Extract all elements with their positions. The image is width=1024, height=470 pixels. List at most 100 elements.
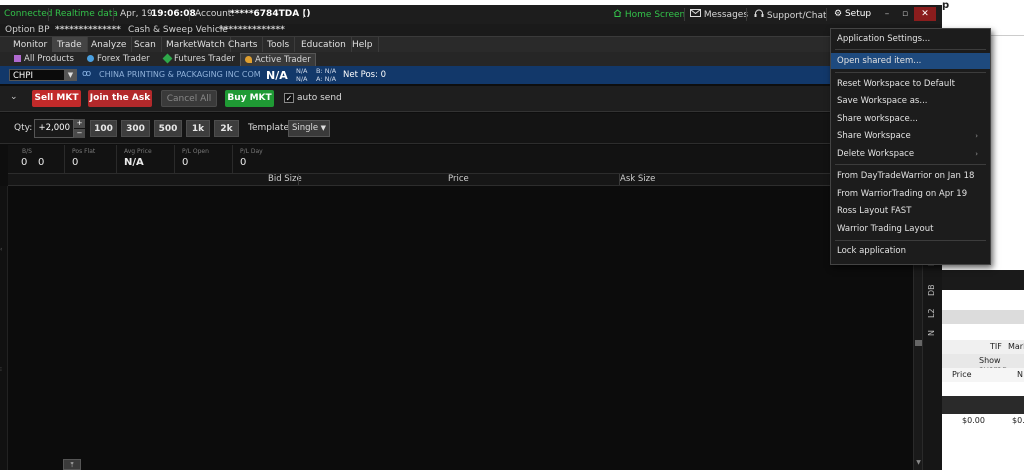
- scrollbar-thumb[interactable]: [915, 340, 922, 346]
- menu-item-lock-application[interactable]: Lock application: [831, 243, 990, 259]
- setup-label: Setup: [844, 9, 872, 19]
- tab-analyze[interactable]: Analyze: [86, 37, 133, 53]
- price-header[interactable]: Price: [448, 174, 469, 184]
- menu-item-warrior-trading-layout[interactable]: Warrior Trading Layout: [831, 221, 990, 237]
- tab-monitor[interactable]: Monitor: [8, 37, 54, 53]
- qty-preset-500[interactable]: 500: [154, 120, 182, 137]
- tab-l2[interactable]: L2: [927, 306, 939, 320]
- tab-db[interactable]: DB: [927, 282, 939, 298]
- tab-marketwatch[interactable]: MarketWatch: [161, 37, 231, 53]
- qty-preset-300[interactable]: 300: [121, 120, 150, 137]
- buy-mkt-button[interactable]: Buy MKT: [225, 90, 274, 107]
- messages-label: Messages: [703, 10, 749, 20]
- qty-decrement-button[interactable]: −: [74, 129, 85, 138]
- menu-item-share-workspace[interactable]: Share Workspace ›: [831, 128, 990, 144]
- change-percent: N/A: [296, 75, 308, 83]
- auto-send-label: auto send: [297, 93, 342, 103]
- show-average-row[interactable]: Show averag: [942, 354, 1024, 374]
- qty-preset-100[interactable]: 100: [90, 120, 117, 137]
- menu-item-share-workspace-dialog[interactable]: Share workspace...: [831, 111, 990, 127]
- support-chat-button[interactable]: Support/Chat: [754, 9, 827, 21]
- forex-icon: [87, 55, 94, 62]
- subtab-label: Futures Trader: [174, 54, 235, 64]
- menu-item-label: Save Workspace as...: [837, 96, 928, 106]
- menu-item-delete-workspace[interactable]: Delete Workspace ›: [831, 146, 990, 162]
- qty-preset-1k[interactable]: 1k: [186, 120, 210, 137]
- divider: [835, 72, 986, 73]
- expand-left-icon[interactable]: ‹: [0, 246, 2, 253]
- expand-up-button[interactable]: ⤒: [63, 459, 81, 470]
- link-icon[interactable]: ꝏ: [82, 69, 91, 79]
- menu-item-open-shared-item[interactable]: Open shared item...: [831, 53, 990, 69]
- bid-size-header[interactable]: Bid Size: [268, 174, 302, 184]
- scroll-down-icon[interactable]: ▼: [915, 459, 922, 467]
- menu-item-workspace-warriortrading[interactable]: From WarriorTrading on Apr 19: [831, 186, 990, 202]
- maximize-button[interactable]: ▫: [896, 7, 914, 21]
- setup-button[interactable]: ⚙ Setup: [834, 9, 871, 19]
- minimize-button[interactable]: –: [878, 7, 896, 21]
- net-position: Net Pos: 0: [343, 70, 387, 80]
- divider: [113, 8, 114, 21]
- pl-day-value: 0: [240, 157, 247, 168]
- value-cell-2: $0.: [1012, 416, 1024, 425]
- flame-icon: [245, 56, 252, 63]
- ask-size-header[interactable]: Ask Size: [620, 174, 655, 184]
- pl-day-label: P/L Day: [240, 148, 263, 155]
- subtab-active-trader[interactable]: Active Trader: [240, 53, 316, 67]
- price-ladder[interactable]: [8, 186, 913, 470]
- quantity-input[interactable]: +2,000: [34, 119, 74, 138]
- resize-grip-icon[interactable]: ⁝: [0, 366, 2, 373]
- cancel-all-button[interactable]: Cancel All: [161, 90, 217, 107]
- menu-item-workspace-daytradewarrior[interactable]: From DayTradeWarrior on Jan 18: [831, 168, 990, 184]
- option-bp-value: **************: [55, 25, 121, 35]
- home-screen-button[interactable]: Home Screen: [613, 9, 685, 20]
- menu-item-application-settings[interactable]: Application Settings...: [831, 31, 990, 47]
- tab-trade[interactable]: Trade: [52, 37, 88, 53]
- bg-panel: TIF Marl Show averag Price N $0.00 $0.: [942, 270, 1024, 470]
- auto-send-checkbox[interactable]: ✓: [284, 93, 294, 103]
- qty-preset-2k[interactable]: 2k: [214, 120, 239, 137]
- tab-scan[interactable]: Scan: [129, 37, 162, 53]
- menu-item-ross-layout-fast[interactable]: Ross Layout FAST: [831, 203, 990, 219]
- qty-increment-button[interactable]: +: [74, 119, 85, 128]
- account-selector[interactable]: *****6784TDA (): [230, 9, 311, 19]
- data-mode[interactable]: Realtime data: [55, 9, 118, 19]
- tab-education[interactable]: Education: [296, 37, 352, 53]
- divider: [189, 8, 190, 21]
- sell-mkt-button[interactable]: Sell MKT: [32, 90, 81, 107]
- chevron-down-icon[interactable]: ▼: [64, 69, 77, 81]
- menu-item-label: Delete Workspace: [837, 149, 915, 159]
- left-panel-edge: ‹ ⁝: [0, 186, 8, 470]
- menu-item-reset-workspace[interactable]: Reset Workspace to Default: [831, 76, 990, 92]
- tab-charts[interactable]: Charts: [223, 37, 264, 53]
- menu-item-save-workspace-as[interactable]: Save Workspace as...: [831, 93, 990, 109]
- join-the-ask-button[interactable]: Join the Ask: [88, 90, 152, 107]
- bs-cell: B/S 0 0: [8, 145, 65, 173]
- envelope-icon: [690, 9, 701, 17]
- account-dropdown-handle[interactable]: |: [302, 9, 305, 19]
- subtab-all-products[interactable]: All Products: [10, 53, 78, 65]
- bid-value: B: N/A: [316, 67, 337, 75]
- headset-icon: [754, 9, 764, 17]
- collapse-chevron-icon[interactable]: ⌄: [10, 92, 18, 102]
- divider: [298, 174, 299, 185]
- pl-day-cell: P/L Day 0: [232, 145, 292, 173]
- chevron-right-icon: ›: [975, 132, 978, 140]
- value-cell: $0.00: [962, 416, 985, 425]
- template-select[interactable]: Single ▼: [288, 120, 330, 137]
- tab-n[interactable]: N: [927, 328, 939, 338]
- close-button[interactable]: ✕: [914, 7, 936, 21]
- tab-help[interactable]: Help: [347, 37, 379, 53]
- subtab-futures-trader[interactable]: Futures Trader: [160, 53, 239, 65]
- menu-item-label: From WarriorTrading on Apr 19: [837, 189, 968, 199]
- subtab-forex-trader[interactable]: Forex Trader: [83, 53, 154, 65]
- menu-item-label: Lock application: [837, 246, 906, 256]
- messages-button[interactable]: Messages: [690, 9, 748, 20]
- template-label: Template:: [248, 123, 293, 133]
- tab-tools[interactable]: Tools: [262, 37, 296, 53]
- bg-value-row: $0.00 $0.: [942, 414, 1024, 428]
- bs-label: B/S: [22, 148, 32, 155]
- divider: [835, 164, 986, 165]
- menu-item-label: Share Workspace: [837, 131, 911, 141]
- divider: [746, 8, 747, 21]
